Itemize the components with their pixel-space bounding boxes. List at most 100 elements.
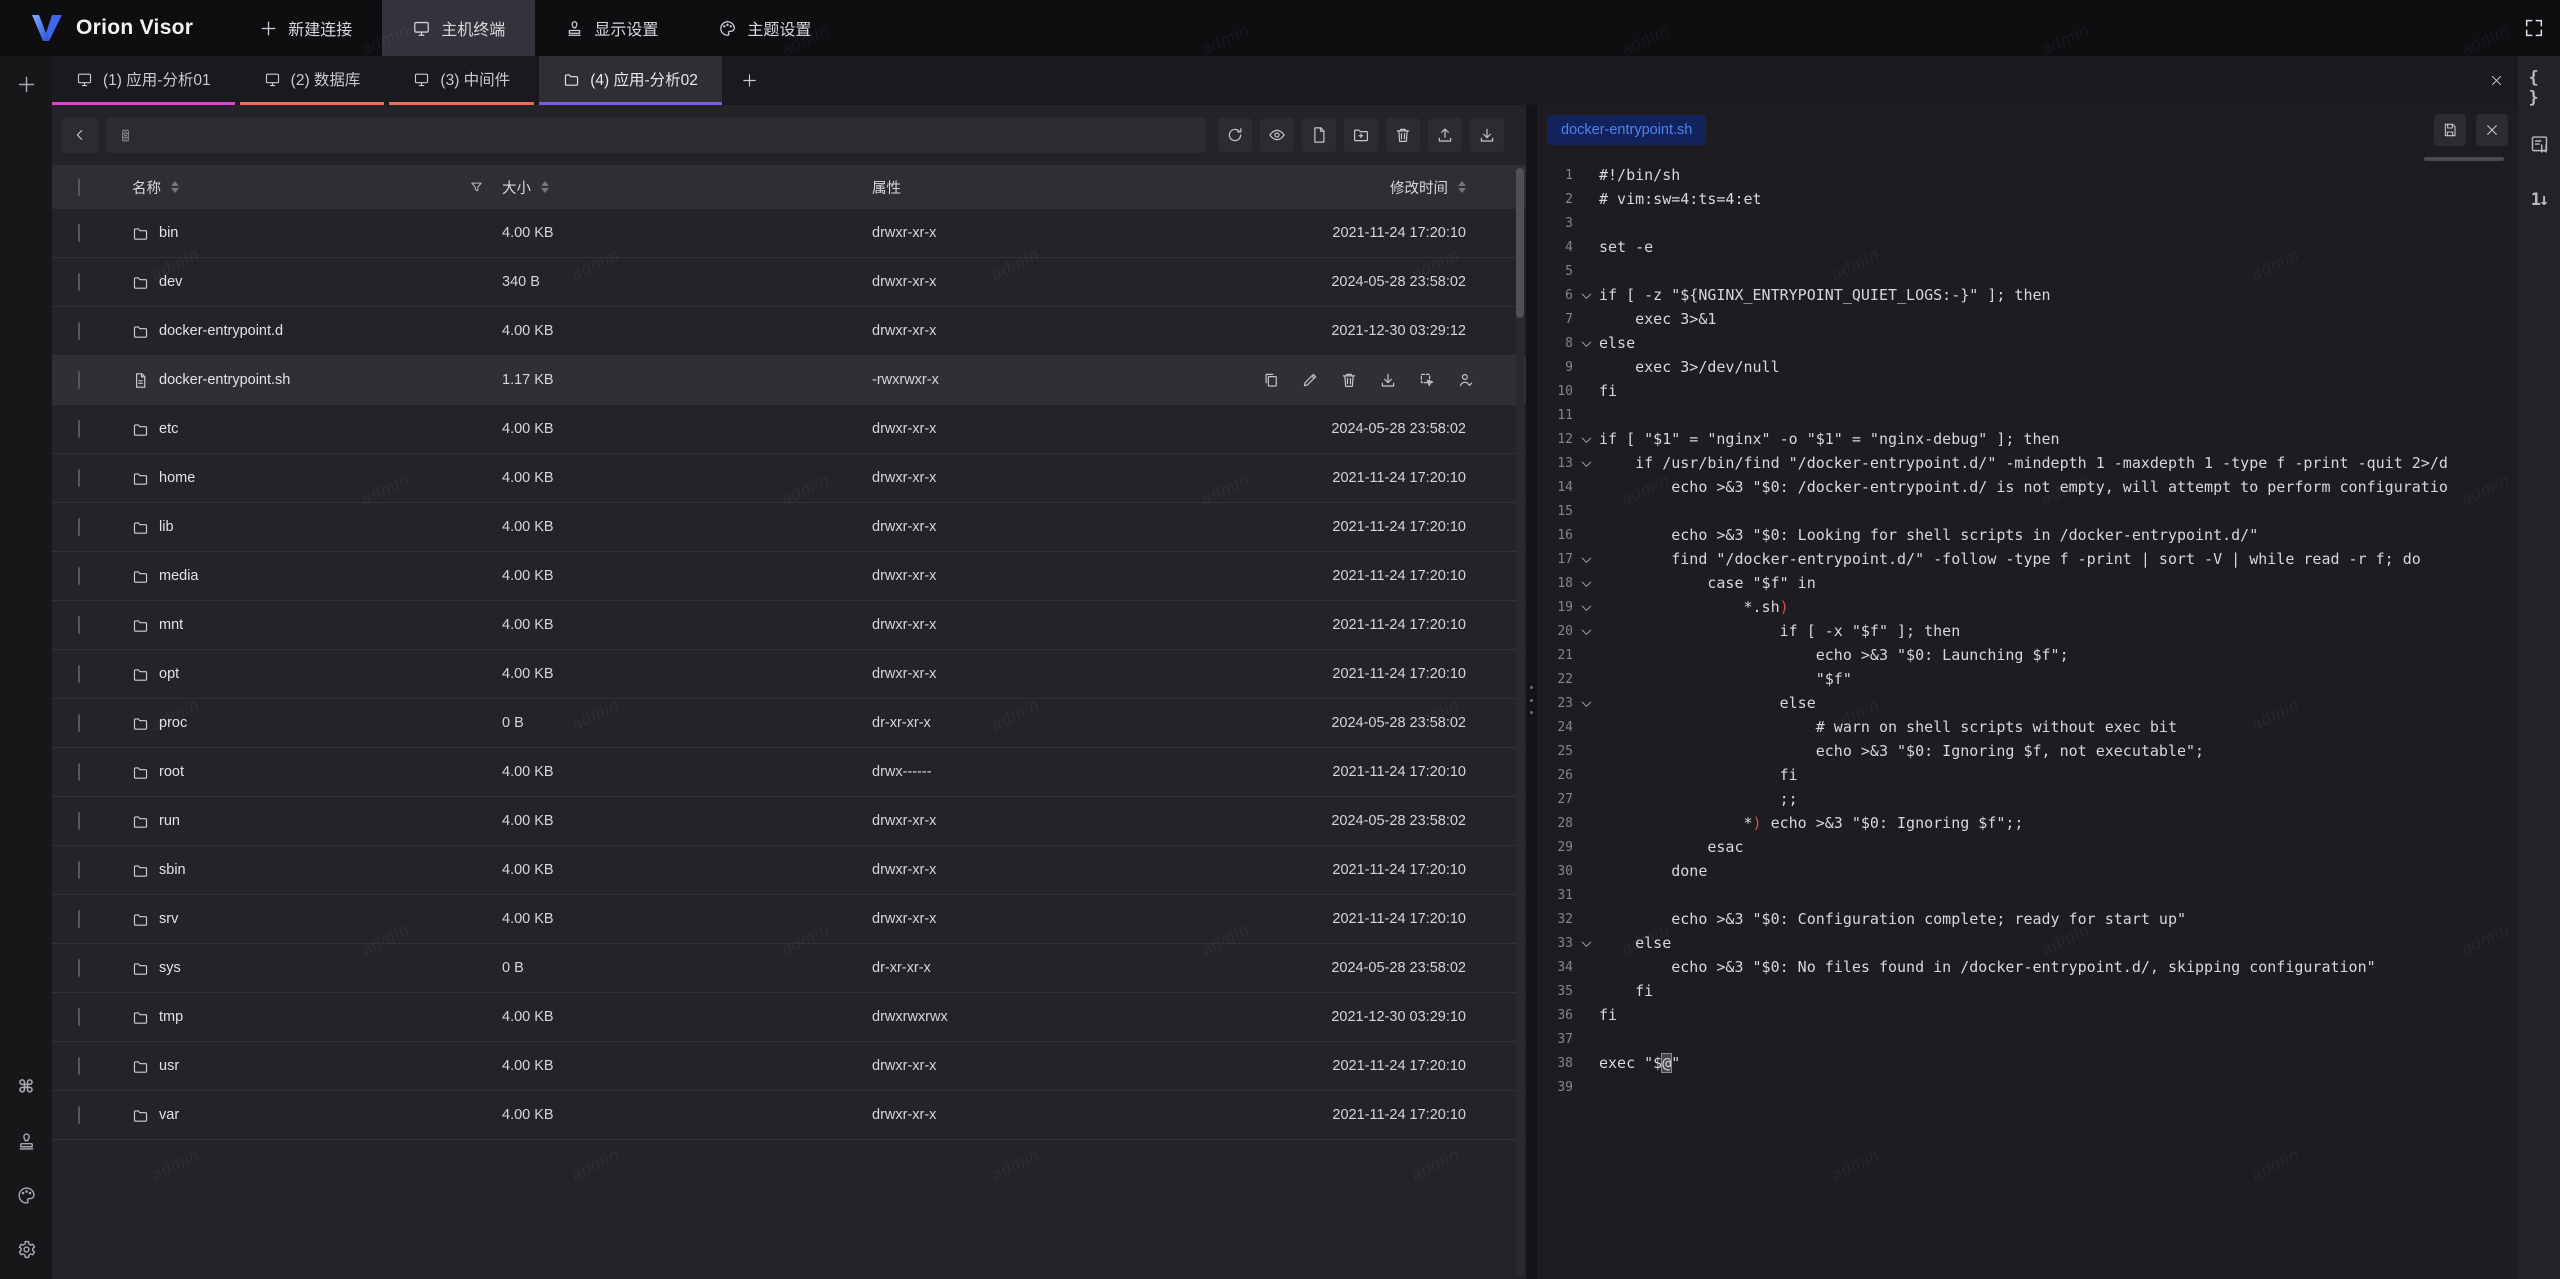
- file-row-docker-entrypoint.d[interactable]: docker-entrypoint.d4.00 KBdrwxr-xr-x2021…: [52, 307, 1526, 356]
- row-checkbox[interactable]: [78, 1057, 80, 1075]
- fold-chevron-icon[interactable]: [1581, 433, 1591, 443]
- menu-item-4[interactable]: 主题设置: [688, 0, 841, 56]
- column-header-3[interactable]: 属性: [872, 177, 1262, 198]
- row-checkbox[interactable]: [78, 1008, 80, 1026]
- session-tab-4[interactable]: (4) 应用-分析02: [539, 56, 722, 105]
- code-area[interactable]: 1#!/bin/sh2# vim:sw=4:ts=4:et34set -e56i…: [1537, 155, 2518, 1099]
- session-tab-1[interactable]: (1) 应用-分析01: [52, 56, 235, 105]
- editor-file-tab[interactable]: docker-entrypoint.sh: [1547, 115, 1706, 145]
- column-header-1[interactable]: 名称: [100, 177, 502, 198]
- new-folder-button[interactable]: [1344, 118, 1378, 152]
- editor-close-button[interactable]: [2476, 114, 2508, 146]
- file-row-etc[interactable]: etc4.00 KBdrwxr-xr-x2024-05-28 23:58:02: [52, 405, 1526, 454]
- fold-chevron-icon[interactable]: [1581, 337, 1591, 347]
- session-tab-2[interactable]: (2) 数据库: [240, 56, 385, 105]
- preview-button[interactable]: [1260, 118, 1294, 152]
- row-checkbox[interactable]: [78, 567, 80, 585]
- download-icon[interactable]: [1379, 371, 1397, 389]
- fold-chevron-icon[interactable]: [1581, 289, 1591, 299]
- row-checkbox[interactable]: [78, 322, 80, 340]
- file-row-usr[interactable]: usr4.00 KBdrwxr-xr-x2021-11-24 17:20:10: [52, 1042, 1526, 1091]
- select-all-checkbox[interactable]: [78, 178, 80, 196]
- file-row-root[interactable]: root4.00 KBdrwx------2021-11-24 17:20:10: [52, 748, 1526, 797]
- rail-braces-button[interactable]: { }: [2523, 72, 2555, 104]
- session-tab-3[interactable]: (3) 中间件: [389, 56, 534, 105]
- row-checkbox[interactable]: [78, 616, 80, 634]
- editor-scrollbar[interactable]: [2424, 157, 2504, 161]
- path-input[interactable]: [141, 127, 1194, 143]
- row-checkbox[interactable]: [78, 714, 80, 732]
- tabbar-close-button[interactable]: [2474, 56, 2518, 105]
- rail-gear-button[interactable]: [10, 1233, 42, 1265]
- row-checkbox[interactable]: [78, 910, 80, 928]
- upload-button[interactable]: [1428, 118, 1462, 152]
- file-row-opt[interactable]: opt4.00 KBdrwxr-xr-x2021-11-24 17:20:10: [52, 650, 1526, 699]
- row-checkbox[interactable]: [78, 1106, 80, 1124]
- back-button[interactable]: [62, 117, 98, 153]
- file-panel-scrollbar[interactable]: [1516, 168, 1524, 1275]
- file-row-var[interactable]: var4.00 KBdrwxr-xr-x2021-11-24 17:20:10: [52, 1091, 1526, 1140]
- row-checkbox[interactable]: [78, 812, 80, 830]
- file-row-srv[interactable]: srv4.00 KBdrwxr-xr-x2021-11-24 17:20:10: [52, 895, 1526, 944]
- permission-icon[interactable]: [1457, 371, 1475, 389]
- new-tab-button[interactable]: [727, 56, 773, 105]
- row-checkbox[interactable]: [78, 518, 80, 536]
- file-row-home[interactable]: home4.00 KBdrwxr-xr-x2021-11-24 17:20:10: [52, 454, 1526, 503]
- file-row-bin[interactable]: bin4.00 KBdrwxr-xr-x2021-11-24 17:20:10: [52, 209, 1526, 258]
- row-checkbox[interactable]: [78, 959, 80, 977]
- scrollbar-thumb[interactable]: [1516, 168, 1524, 318]
- file-row-run[interactable]: run4.00 KBdrwxr-xr-x2024-05-28 23:58:02: [52, 797, 1526, 846]
- row-checkbox[interactable]: [78, 665, 80, 683]
- delete-button[interactable]: [1386, 118, 1420, 152]
- row-checkbox[interactable]: [78, 861, 80, 879]
- divider-grip[interactable]: [1528, 683, 1535, 717]
- file-row-proc[interactable]: proc0 Bdr-xr-xr-x2024-05-28 23:58:02: [52, 699, 1526, 748]
- menu-item-3[interactable]: 显示设置: [535, 0, 688, 56]
- file-row-sbin[interactable]: sbin4.00 KBdrwxr-xr-x2021-11-24 17:20:10: [52, 846, 1526, 895]
- row-checkbox[interactable]: [78, 224, 80, 242]
- scrollbar-track[interactable]: [1516, 168, 1524, 1275]
- refresh-button[interactable]: [1218, 118, 1252, 152]
- fold-chevron-icon[interactable]: [1581, 553, 1591, 563]
- rail-sort-lines-button[interactable]: 1↓: [2523, 184, 2555, 216]
- column-header-4[interactable]: 修改时间: [1262, 177, 1526, 198]
- filter-icon[interactable]: [469, 180, 484, 195]
- menu-item-1[interactable]: 新建连接: [229, 0, 382, 56]
- file-row-media[interactable]: media4.00 KBdrwxr-xr-x2021-11-24 17:20:1…: [52, 552, 1526, 601]
- new-file-button[interactable]: [1302, 118, 1336, 152]
- rail-plus-button[interactable]: [10, 68, 42, 100]
- copy-icon[interactable]: [1262, 371, 1280, 389]
- edit-icon[interactable]: [1301, 371, 1319, 389]
- file-row-mnt[interactable]: mnt4.00 KBdrwxr-xr-x2021-11-24 17:20:10: [52, 601, 1526, 650]
- fold-chevron-icon[interactable]: [1581, 577, 1591, 587]
- column-header-2[interactable]: 大小: [502, 177, 872, 198]
- sort-caret-icon[interactable]: [541, 181, 549, 193]
- delete-icon[interactable]: [1340, 371, 1358, 389]
- fold-chevron-icon[interactable]: [1581, 457, 1591, 467]
- move-icon[interactable]: [1418, 371, 1436, 389]
- row-checkbox[interactable]: [78, 371, 80, 389]
- file-row-tmp[interactable]: tmp4.00 KBdrwxrwxrwx2021-12-30 03:29:10: [52, 993, 1526, 1042]
- rail-command-button[interactable]: ⌘: [10, 1071, 42, 1103]
- row-checkbox[interactable]: [78, 469, 80, 487]
- download-button[interactable]: [1470, 118, 1504, 152]
- fullscreen-button[interactable]: [2508, 0, 2560, 56]
- file-row-sys[interactable]: sys0 Bdr-xr-xr-x2024-05-28 23:58:02: [52, 944, 1526, 993]
- rail-stamp-button[interactable]: [10, 1125, 42, 1157]
- file-row-dev[interactable]: dev340 Bdrwxr-xr-x2024-05-28 23:58:02: [52, 258, 1526, 307]
- menu-item-2[interactable]: 主机终端: [382, 0, 535, 56]
- fold-chevron-icon[interactable]: [1581, 625, 1591, 635]
- sort-caret-icon[interactable]: [171, 181, 179, 193]
- file-row-lib[interactable]: lib4.00 KBdrwxr-xr-x2021-11-24 17:20:10: [52, 503, 1526, 552]
- fold-chevron-icon[interactable]: [1581, 601, 1591, 611]
- row-checkbox[interactable]: [78, 273, 80, 291]
- fold-chevron-icon[interactable]: [1581, 937, 1591, 947]
- row-checkbox[interactable]: [78, 763, 80, 781]
- rail-palette-button[interactable]: [10, 1179, 42, 1211]
- save-button[interactable]: [2434, 114, 2466, 146]
- fold-chevron-icon[interactable]: [1581, 697, 1591, 707]
- rail-file-bookmark-button[interactable]: [2523, 128, 2555, 160]
- row-checkbox[interactable]: [78, 420, 80, 438]
- sort-caret-icon[interactable]: [1458, 181, 1466, 193]
- file-row-docker-entrypoint.sh[interactable]: docker-entrypoint.sh1.17 KB-rwxrwxr-x: [52, 356, 1526, 405]
